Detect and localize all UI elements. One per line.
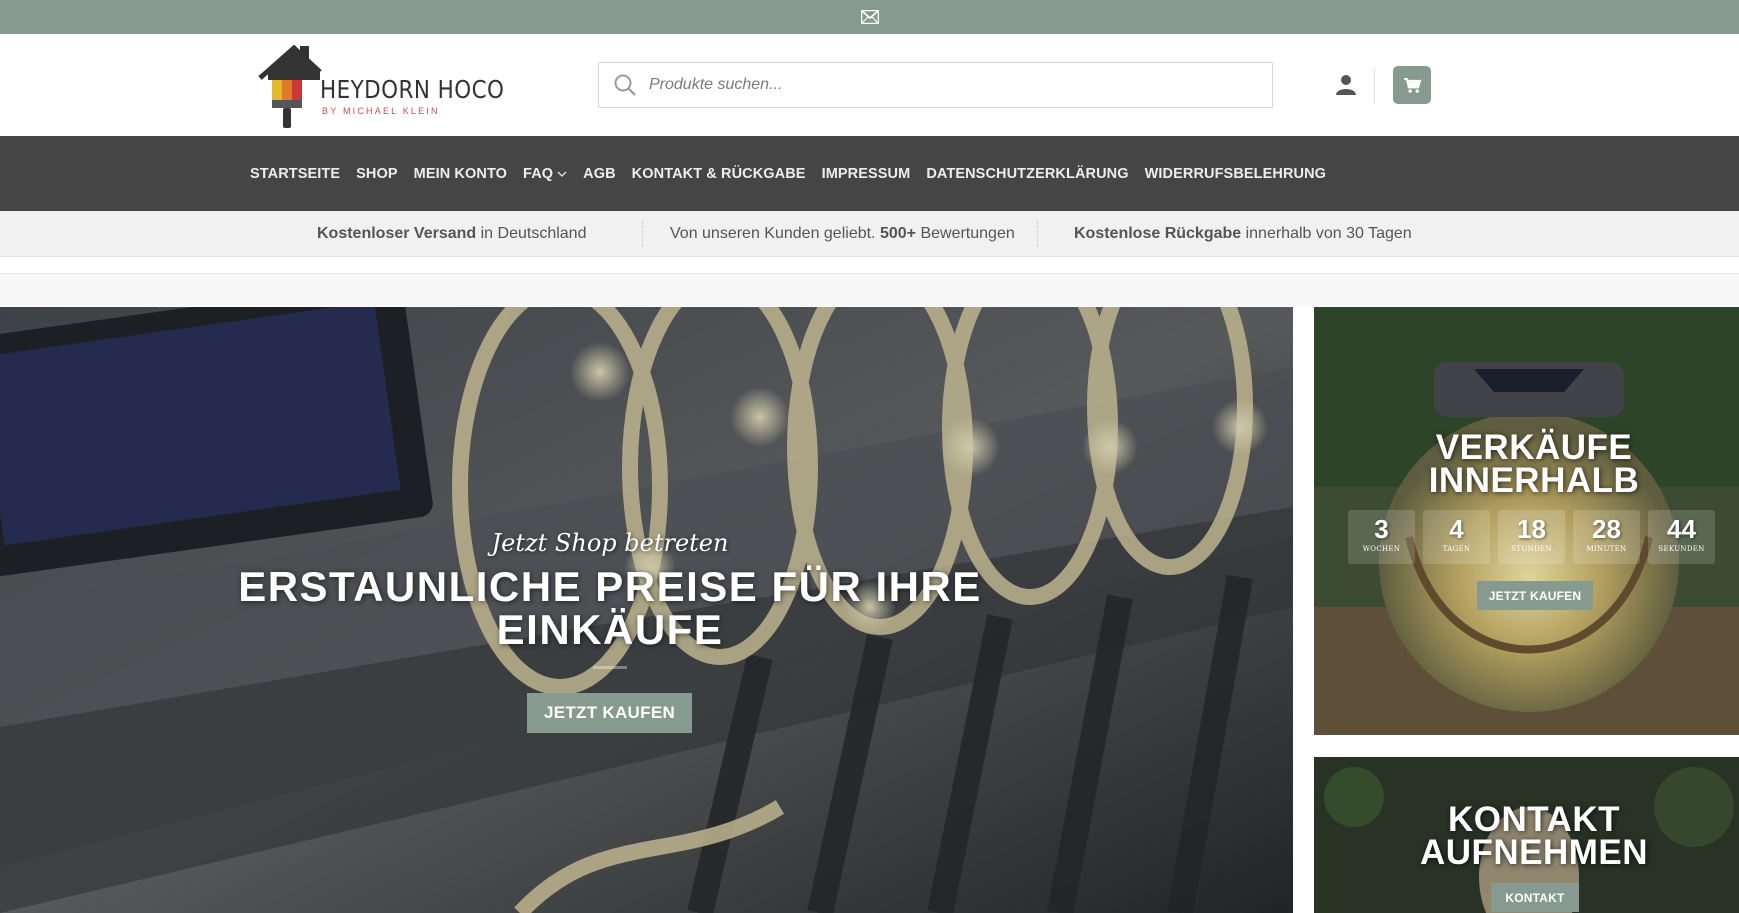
promo-shop-button[interactable]: JETZT KAUFEN [1477, 581, 1593, 610]
logo-subtitle: BY MICHAEL KLEIN [322, 106, 440, 116]
benefit-returns: Kostenlose Rückgabe innerhalb von 30 Tag… [1074, 211, 1412, 257]
spacer-band [0, 274, 1739, 306]
site-header: HEYDORN HOCO BY MICHAEL KLEIN [0, 34, 1739, 136]
nav-item-agb[interactable]: AGB [583, 166, 616, 182]
benefit-returns-bold: Kostenlose Rückgabe [1074, 225, 1242, 242]
logo-house-icon [258, 44, 322, 128]
contact-button[interactable]: KONTAKT [1491, 883, 1579, 912]
hero-tagline: Jetzt Shop betreten [491, 529, 729, 557]
product-search[interactable] [598, 62, 1273, 108]
countdown-minutes-label: MINUTEN [1586, 545, 1627, 553]
benefit-returns-text: innerhalb von 30 Tagen [1241, 225, 1412, 242]
promo-countdown-banner[interactable]: VERKÄUFE INNERHALB 3 WOCHEN 4 TAGEN 18 STUN… [1314, 307, 1739, 735]
promo-title-line2: INNERHALB [1428, 461, 1640, 500]
top-bar [0, 0, 1739, 34]
benefit-divider [1037, 221, 1038, 247]
contact-banner[interactable]: KONTAKT AUFNEHMEN KONTAKT [1314, 757, 1739, 913]
hero-shop-button[interactable]: JETZT KAUFEN [527, 693, 692, 733]
nav-item-widerruf[interactable]: WIDERRUFSBELEHRUNG [1145, 166, 1326, 182]
hero-divider [593, 666, 627, 669]
benefit-reviews-text: Bewertungen [916, 225, 1015, 242]
nav-item-kontakt-rueckgabe[interactable]: KONTAKT & RÜCKGABE [632, 166, 806, 182]
cart-button[interactable] [1393, 66, 1431, 104]
countdown-days: 4 TAGEN [1423, 510, 1490, 564]
countdown-minutes: 28 MINUTEN [1573, 510, 1640, 564]
nav-item-datenschutz[interactable]: DATENSCHUTZERKLÄRUNG [926, 166, 1128, 182]
countdown-hours: 18 STUNDEN [1498, 510, 1565, 564]
countdown-hours-label: STUNDEN [1511, 545, 1552, 553]
countdown-weeks-label: WOCHEN [1362, 545, 1401, 553]
benefits-bar: Kostenloser Versand in Deutschland Von u… [0, 211, 1739, 257]
benefit-shipping-text: in Deutschland [476, 225, 587, 242]
chevron-down-icon [557, 171, 567, 177]
benefit-reviews-pre: Von unseren Kunden geliebt. [670, 225, 880, 242]
contact-title-line1: KONTAKT [1448, 800, 1620, 839]
nav-item-faq[interactable]: FAQ [523, 166, 567, 182]
logo-name: HEYDORN HOCO [320, 75, 505, 104]
hero-banner[interactable]: Jetzt Shop betreten ERSTAUNLICHE PREISE … [0, 307, 1293, 913]
contact-title-line2: AUFNEHMEN [1419, 833, 1649, 872]
nav-item-faq-label: FAQ [523, 165, 554, 182]
countdown-days-value: 4 [1449, 514, 1464, 544]
nav-item-shop[interactable]: SHOP [356, 166, 398, 182]
benefit-divider [642, 221, 643, 247]
countdown-weeks-value: 3 [1374, 514, 1389, 544]
user-icon[interactable] [1334, 72, 1358, 96]
search-icon[interactable] [613, 73, 637, 97]
countdown-seconds: 44 SEKUNDEN [1648, 510, 1715, 564]
site-logo[interactable]: HEYDORN HOCO BY MICHAEL KLEIN [258, 42, 504, 130]
benefit-reviews-bold: 500+ [879, 225, 916, 242]
nav-item-mein-konto[interactable]: MEIN KONTO [414, 166, 507, 182]
countdown-hours-value: 18 [1517, 514, 1546, 544]
countdown-seconds-value: 44 [1667, 514, 1696, 544]
nav-item-startseite[interactable]: STARTSEITE [250, 166, 340, 182]
main-nav: STARTSEITE SHOP MEIN KONTO FAQ AGB KONTA… [0, 136, 1739, 211]
cart-icon [1403, 77, 1421, 93]
header-divider [1374, 68, 1375, 104]
search-input[interactable] [649, 76, 1229, 94]
benefit-reviews: Von unseren Kunden geliebt. 500+ Bewertu… [670, 211, 1015, 257]
countdown-minutes-value: 28 [1592, 514, 1621, 544]
benefit-shipping: Kostenloser Versand in Deutschland [317, 211, 586, 257]
countdown-seconds-label: SEKUNDEN [1658, 545, 1705, 553]
mail-icon[interactable] [860, 10, 879, 24]
countdown-timer: 3 WOCHEN 4 TAGEN 18 STUNDEN 28 MINUTEN 44 SEK… [1348, 510, 1723, 564]
countdown-weeks: 3 WOCHEN [1348, 510, 1415, 564]
promo-title-line1: VERKÄUFE [1435, 428, 1633, 467]
countdown-days-label: TAGEN [1442, 545, 1471, 553]
benefit-shipping-bold: Kostenloser Versand [317, 225, 477, 242]
hero-title: ERSTAUNLICHE PREISE FÜR IHRE EINKÄUFE [238, 563, 982, 653]
nav-item-impressum[interactable]: IMPRESSUM [822, 166, 911, 182]
